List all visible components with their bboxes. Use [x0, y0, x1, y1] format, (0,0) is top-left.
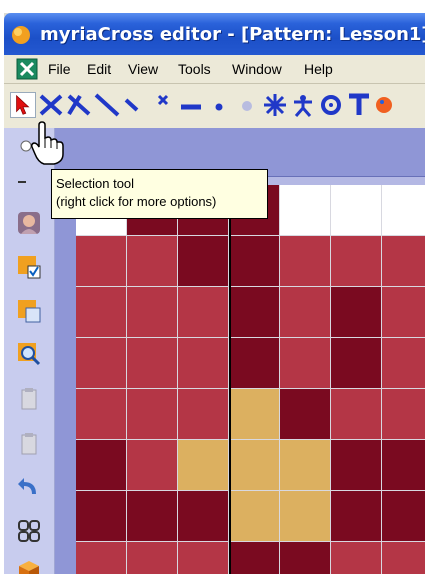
stitch-cell[interactable]	[229, 338, 280, 389]
stitch-cell[interactable]	[280, 236, 331, 287]
menu-tools[interactable]: Tools	[178, 61, 211, 77]
stitch-cell[interactable]	[127, 542, 178, 574]
stitch-cell[interactable]	[331, 389, 382, 440]
stitch-cell[interactable]	[280, 338, 331, 389]
stitch-cell[interactable]	[76, 440, 127, 491]
copy-pattern-icon[interactable]	[16, 298, 42, 324]
stitch-cell[interactable]	[382, 491, 425, 542]
stitch-cell[interactable]	[229, 236, 280, 287]
stitch-cell[interactable]	[280, 491, 331, 542]
tooltip-hint: (right click for more options)	[56, 194, 217, 209]
stitch-cell[interactable]	[127, 440, 178, 491]
quarter-stitch-icon[interactable]	[122, 92, 148, 118]
stitch-cell[interactable]	[382, 236, 425, 287]
title-bar[interactable]: myriaCross editor - [Pattern: Lesson1]	[4, 13, 425, 55]
figure-stitch-icon[interactable]	[290, 92, 316, 118]
editor-window: myriaCross editor - [Pattern: Lesson1] F…	[4, 13, 425, 574]
stitch-cell[interactable]	[382, 542, 425, 574]
text-tool-icon[interactable]	[346, 92, 372, 118]
stitch-cell[interactable]	[178, 236, 229, 287]
major-grid-line	[229, 185, 231, 574]
stitch-cell[interactable]	[76, 389, 127, 440]
person-photo-icon[interactable]	[16, 210, 42, 236]
menu-help[interactable]: Help	[304, 61, 333, 77]
3d-box-icon[interactable]	[16, 558, 42, 574]
stitch-grid[interactable]	[76, 185, 425, 574]
small-cross-icon[interactable]	[150, 92, 176, 118]
star-stitch-icon[interactable]	[262, 92, 288, 118]
half-cross-icon[interactable]	[66, 92, 92, 118]
stitch-toolbar	[4, 84, 425, 128]
palette-check-icon[interactable]	[16, 254, 42, 280]
stitch-cell[interactable]	[280, 440, 331, 491]
stitch-cell[interactable]	[331, 491, 382, 542]
stitch-cell[interactable]	[229, 389, 280, 440]
full-cross-icon[interactable]	[38, 92, 64, 118]
stitch-cell[interactable]	[382, 338, 425, 389]
stitch-cell[interactable]	[178, 542, 229, 574]
document-icon[interactable]	[16, 58, 38, 80]
stitch-cell[interactable]	[331, 287, 382, 338]
stitch-cell[interactable]	[382, 287, 425, 338]
stitch-cell[interactable]	[229, 287, 280, 338]
stitch-cell[interactable]	[331, 236, 382, 287]
stitch-cell[interactable]	[76, 542, 127, 574]
stitch-cell[interactable]	[127, 491, 178, 542]
stitch-cell[interactable]	[280, 389, 331, 440]
stitch-cell[interactable]	[331, 185, 382, 236]
app-logo-icon	[10, 24, 32, 46]
menu-edit[interactable]: Edit	[87, 61, 111, 77]
minus-icon[interactable]	[16, 172, 42, 183]
stitch-cell[interactable]	[127, 338, 178, 389]
stitch-cell[interactable]	[178, 338, 229, 389]
stitch-cell[interactable]	[382, 389, 425, 440]
stitch-cell[interactable]	[331, 440, 382, 491]
stitch-cell[interactable]	[178, 440, 229, 491]
french-knot-icon[interactable]	[234, 92, 260, 118]
window-title: myriaCross editor - [Pattern: Lesson1]	[40, 24, 425, 45]
symbols-grid-icon[interactable]	[16, 518, 42, 544]
selection-tool-icon[interactable]	[10, 92, 36, 118]
stitch-cell[interactable]	[178, 389, 229, 440]
stitch-cell[interactable]	[382, 440, 425, 491]
stitch-cell[interactable]	[76, 236, 127, 287]
left-sidebar	[4, 128, 55, 574]
tooltip: Selection tool (right click for more opt…	[51, 169, 268, 219]
backstitch-icon[interactable]	[94, 92, 120, 118]
straight-stitch-icon[interactable]	[178, 92, 204, 118]
stitch-cell[interactable]	[331, 338, 382, 389]
paste-icon[interactable]	[16, 386, 42, 412]
stitch-cell[interactable]	[382, 185, 425, 236]
palette-tool-icon[interactable]	[374, 92, 394, 118]
menu-window[interactable]: Window	[232, 61, 282, 77]
menu-view[interactable]: View	[128, 61, 158, 77]
stitch-cell[interactable]	[280, 542, 331, 574]
stitch-cell[interactable]	[127, 389, 178, 440]
bead-icon[interactable]	[206, 92, 232, 118]
stitch-cell[interactable]	[280, 287, 331, 338]
undo-arrow-icon[interactable]	[16, 474, 42, 500]
stitch-cell[interactable]	[76, 287, 127, 338]
menu-bar: File Edit View Tools Window Help	[4, 55, 425, 84]
stitch-cell[interactable]	[229, 542, 280, 574]
stitch-cell[interactable]	[76, 338, 127, 389]
stitch-cell[interactable]	[76, 491, 127, 542]
stitch-cell[interactable]	[331, 542, 382, 574]
stitch-cell[interactable]	[178, 491, 229, 542]
stitch-cell[interactable]	[229, 440, 280, 491]
stitch-cell[interactable]	[127, 236, 178, 287]
tooltip-title: Selection tool	[56, 176, 135, 191]
zoom-icon[interactable]	[16, 341, 42, 367]
hand-cursor-icon	[30, 120, 64, 166]
stitch-cell[interactable]	[178, 287, 229, 338]
menu-file[interactable]: File	[48, 61, 71, 77]
paste-special-icon[interactable]	[16, 431, 42, 457]
stitch-cell[interactable]	[127, 287, 178, 338]
eyelet-icon[interactable]	[318, 92, 344, 118]
stitch-cell[interactable]	[280, 185, 331, 236]
stitch-cell[interactable]	[229, 491, 280, 542]
